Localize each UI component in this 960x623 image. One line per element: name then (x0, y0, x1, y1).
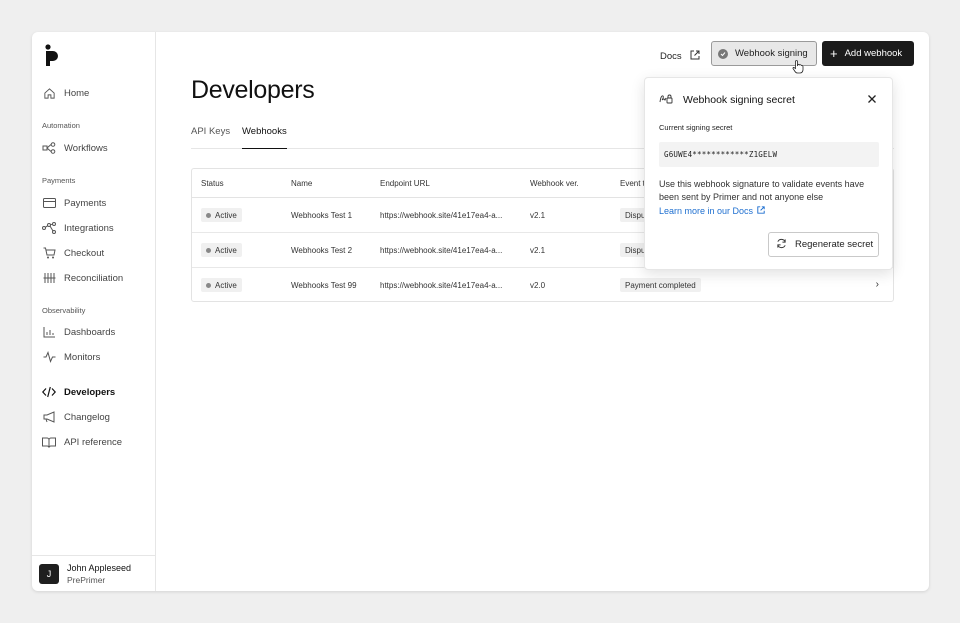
hand-cursor-icon (792, 60, 804, 74)
webhook-version: v2.1 (530, 211, 546, 220)
webhook-name: Webhooks Test 99 (291, 281, 357, 290)
page-title: Developers (191, 76, 315, 104)
nav-workflows[interactable]: Workflows (42, 138, 108, 158)
col-endpoint-url: Endpoint URL (380, 179, 430, 188)
signing-secret-label: Current signing secret (659, 123, 733, 132)
webhook-version: v2.1 (530, 246, 546, 255)
nav-home[interactable]: Home (42, 83, 89, 103)
cart-icon (42, 246, 56, 260)
event-badge: Payment completed (620, 278, 701, 292)
nav-integrations-label: Integrations (64, 222, 114, 234)
learn-more-link[interactable]: Learn more in our Docs (659, 206, 765, 216)
pulse-icon (42, 350, 56, 364)
col-event-type: Event t (620, 179, 645, 188)
col-name: Name (291, 179, 313, 188)
nav-monitors-label: Monitors (64, 351, 101, 363)
status-text: Active (215, 280, 237, 290)
status-text: Active (215, 245, 237, 255)
signature-icon (659, 93, 673, 107)
regenerate-label: Regenerate secret (795, 239, 874, 250)
table-row[interactable]: Active Webhooks Test 99 https://webhook.… (192, 268, 893, 301)
webhook-signing-label: Webhook signing (735, 48, 808, 59)
status-badge: Active (201, 208, 242, 222)
status-badge: Active (201, 278, 242, 292)
webhook-name: Webhooks Test 2 (291, 246, 353, 255)
regenerate-secret-button[interactable]: Regenerate secret (768, 232, 879, 257)
code-icon (42, 385, 56, 399)
nav-payments[interactable]: Payments (42, 193, 106, 213)
learn-more-label: Learn more in our Docs (659, 206, 754, 216)
integrations-icon (42, 221, 56, 235)
home-icon (42, 86, 56, 100)
webhook-version: v2.0 (530, 281, 546, 290)
user-profile[interactable]: J John Appleseed PrePrimer (32, 555, 156, 591)
nav-api-reference-label: API reference (64, 436, 123, 448)
primer-logo[interactable] (44, 44, 60, 68)
popover-description: Use this webhook signature to validate e… (659, 179, 865, 202)
popover-title: Webhook signing secret (683, 94, 795, 106)
signing-secret-field[interactable]: G6UWE4************Z1GELW (659, 142, 879, 167)
nav-monitors[interactable]: Monitors (42, 347, 100, 367)
sidebar: Home Automation Workflows Payments Payme… (32, 32, 156, 591)
nav-dashboards[interactable]: Dashboards (42, 322, 115, 342)
tab-webhooks[interactable]: Webhooks (242, 126, 287, 149)
add-webhook-label: Add webhook (844, 48, 903, 59)
book-icon (42, 435, 56, 449)
popover-header: Webhook signing secret (659, 93, 795, 107)
status-text: Active (215, 210, 237, 220)
chevron-right-icon[interactable]: › (876, 279, 879, 290)
megaphone-icon (42, 410, 56, 424)
app-window: Home Automation Workflows Payments Payme… (32, 32, 929, 591)
nav-changelog[interactable]: Changelog (42, 407, 110, 427)
status-dot-icon (206, 247, 211, 253)
workflow-icon (42, 141, 56, 155)
nav-changelog-label: Changelog (64, 411, 110, 423)
status-dot-icon (206, 282, 211, 288)
docs-label: Docs (660, 50, 682, 62)
external-link-icon (690, 50, 700, 63)
webhook-signing-popover: Webhook signing secret Current signing s… (644, 77, 893, 270)
refresh-icon (776, 238, 787, 252)
nav-payments-label: Payments (64, 197, 107, 209)
external-link-icon (757, 206, 765, 216)
bar-chart-icon (42, 325, 56, 339)
nav-checkout-label: Checkout (64, 247, 105, 259)
endpoint-url: https://webhook.site/41e17ea4-a... (380, 281, 503, 290)
nav-developers-label: Developers (64, 386, 116, 398)
section-automation: Automation (42, 121, 80, 130)
credit-card-icon (42, 196, 56, 210)
col-status: Status (201, 179, 224, 188)
add-webhook-button[interactable]: + Add webhook (822, 41, 914, 66)
endpoint-url: https://webhook.site/41e17ea4-a... (380, 211, 503, 220)
plus-icon: + (830, 46, 838, 61)
reconciliation-icon (42, 271, 56, 285)
check-circle-icon (718, 48, 728, 59)
nav-api-reference[interactable]: API reference (42, 432, 122, 452)
avatar: J (39, 563, 59, 584)
status-dot-icon (206, 212, 211, 218)
webhook-name: Webhooks Test 1 (291, 211, 353, 220)
nav-developers[interactable]: Developers (42, 382, 115, 402)
endpoint-url: https://webhook.site/41e17ea4-a... (380, 246, 503, 255)
nav-dashboards-label: Dashboards (64, 326, 116, 338)
section-observability: Observability (42, 306, 86, 315)
col-webhook-version: Webhook ver. (530, 179, 579, 188)
nav-reconciliation-label: Reconciliation (64, 272, 124, 284)
user-org: PrePrimer (67, 574, 106, 585)
user-info: John Appleseed PrePrimer (67, 562, 131, 586)
user-name: John Appleseed (67, 562, 132, 573)
section-payments: Payments (42, 176, 76, 185)
tab-api-keys[interactable]: API Keys (191, 126, 230, 149)
nav-integrations[interactable]: Integrations (42, 218, 114, 238)
nav-reconciliation[interactable]: Reconciliation (42, 268, 123, 288)
nav-home-label: Home (64, 87, 90, 99)
nav-workflows-label: Workflows (64, 142, 108, 154)
close-icon[interactable] (866, 93, 878, 105)
docs-link[interactable]: Docs (660, 46, 700, 66)
status-badge: Active (201, 243, 242, 257)
nav-checkout[interactable]: Checkout (42, 243, 104, 263)
